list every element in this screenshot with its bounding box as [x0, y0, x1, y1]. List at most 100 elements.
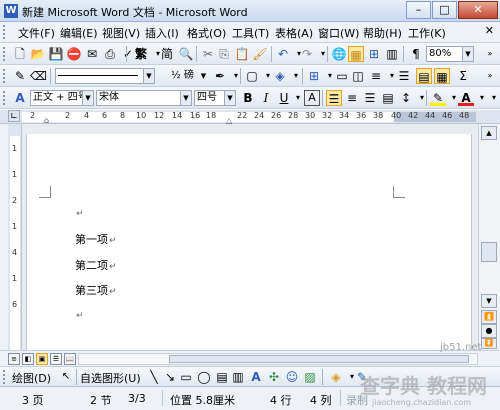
align-right-icon[interactable]: ☰: [362, 90, 378, 106]
horizontal-scroll-track[interactable]: [78, 353, 478, 365]
align-cell-icon[interactable]: ≡: [368, 68, 384, 84]
distribute-rows-icon[interactable]: ☰: [396, 68, 412, 84]
table-autoformat-icon[interactable]: ▤: [416, 68, 432, 84]
minimize-button[interactable]: –: [406, 1, 431, 19]
email-icon[interactable]: ✉: [84, 46, 100, 62]
horizontal-ruler[interactable]: ∟ 2 2 4 6 8 10 12 14 16 18 22 24 26 28 3…: [0, 110, 500, 125]
next-page-button[interactable]: ⏬: [481, 338, 497, 349]
outline-view-icon[interactable]: ☰: [50, 353, 62, 365]
align-justify-icon[interactable]: ☰: [326, 90, 342, 106]
simplified-chinese-icon[interactable]: 简: [158, 46, 176, 62]
document-page[interactable]: ↵ 第一项↵ 第二项↵ 第三项↵ ↵: [26, 134, 472, 350]
previous-page-button[interactable]: ⏫: [481, 310, 497, 324]
close-document-icon[interactable]: ✕: [485, 24, 494, 37]
merge-cells-icon[interactable]: ▭: [334, 68, 350, 84]
outside-border-icon[interactable]: ▢: [244, 68, 260, 84]
border-color-icon[interactable]: ✒: [212, 68, 228, 84]
clip-art-icon[interactable]: ☺: [284, 369, 300, 385]
paragraph-item-1[interactable]: 第一项↵: [75, 231, 117, 247]
research-icon[interactable]: 🔍: [178, 46, 194, 62]
word-app-icon[interactable]: W: [4, 4, 18, 18]
menu-tools[interactable]: 工具(T): [232, 25, 269, 41]
autofit-icon[interactable]: ▦: [434, 68, 450, 84]
font-select[interactable]: 宋体 ▼: [96, 90, 192, 106]
italic-button[interactable]: I: [258, 90, 274, 106]
menu-format[interactable]: 格式(O): [187, 25, 226, 41]
line-spacing-icon[interactable]: ↕: [398, 90, 414, 106]
redo-icon[interactable]: ↷: [299, 46, 315, 62]
save-icon[interactable]: 💾: [48, 46, 64, 62]
new-document-icon[interactable]: 🗋: [12, 46, 28, 62]
vertical-ruler[interactable]: 1 1 2 1 4 1 6: [8, 124, 22, 350]
font-size-select[interactable]: 四号 ▼: [194, 90, 236, 106]
tab-selector-icon[interactable]: ∟: [8, 110, 20, 122]
autosum-icon[interactable]: Σ: [455, 68, 471, 84]
format-painter-icon[interactable]: 🖌: [252, 46, 268, 62]
distributed-align-icon[interactable]: ▤: [380, 90, 396, 106]
line-tool-icon[interactable]: ╲: [146, 369, 162, 385]
open-folder-icon[interactable]: 📂: [30, 46, 46, 62]
traditional-chinese-icon[interactable]: 繁: [132, 46, 150, 62]
undo-icon[interactable]: ↶: [275, 46, 291, 62]
scroll-up-button[interactable]: ▲: [481, 126, 497, 140]
styles-pane-icon[interactable]: A: [12, 90, 28, 106]
toolbar-grip[interactable]: [3, 370, 7, 384]
scroll-thumb[interactable]: [481, 242, 497, 262]
menu-insert[interactable]: 插入(I): [145, 25, 179, 41]
tables-borders-icon[interactable]: ▦: [348, 46, 364, 62]
menu-window[interactable]: 窗口(W): [318, 25, 359, 41]
shading-color-icon[interactable]: ◈: [272, 68, 288, 84]
permission-icon[interactable]: ⛔: [66, 46, 82, 62]
columns-icon[interactable]: ▥: [384, 46, 400, 62]
print-layout-icon[interactable]: ▣: [36, 353, 48, 365]
vertical-text-box-icon[interactable]: ▥: [230, 369, 246, 385]
paste-icon[interactable]: 📋: [234, 46, 250, 62]
insert-picture-icon[interactable]: ▨: [302, 369, 318, 385]
draw-menu-button[interactable]: 绘图(D): [12, 370, 51, 386]
text-box-icon[interactable]: ▤: [214, 369, 230, 385]
toolbar-options-icon[interactable]: »: [482, 68, 498, 84]
align-center-icon[interactable]: ≡: [344, 90, 360, 106]
arrow-tool-icon[interactable]: ↘: [162, 369, 178, 385]
paragraph-item-3[interactable]: 第三项↵: [75, 282, 117, 298]
reading-view-icon[interactable]: 📖: [64, 353, 76, 365]
toolbar-grip[interactable]: [3, 69, 7, 83]
horizontal-scroll-thumb[interactable]: [169, 355, 469, 363]
font-color-icon[interactable]: A: [458, 90, 474, 106]
highlight-icon[interactable]: ✎: [430, 90, 446, 106]
web-view-icon[interactable]: ◧: [22, 353, 34, 365]
autoshapes-button[interactable]: 自选图形(U): [80, 370, 141, 386]
paragraph-empty-end[interactable]: ↵: [75, 308, 84, 321]
select-objects-icon[interactable]: ↖: [58, 369, 74, 385]
rectangle-tool-icon[interactable]: ▭: [178, 369, 194, 385]
line-weight-select[interactable]: ½ 磅 ▼: [168, 68, 210, 84]
hyperlink-icon[interactable]: 🌐: [331, 46, 347, 62]
menu-help[interactable]: 帮助(H): [363, 25, 402, 41]
toolbar-grip[interactable]: [3, 47, 7, 61]
char-border-button[interactable]: A: [304, 90, 320, 106]
redo-dropdown-icon[interactable]: ▾: [315, 46, 331, 62]
line-spacing-dropdown-icon[interactable]: ▾: [414, 90, 430, 106]
show-hide-icon[interactable]: ¶: [408, 46, 424, 62]
browse-object-button[interactable]: ●: [481, 324, 497, 338]
menu-file[interactable]: 文件(F): [18, 25, 55, 41]
oval-tool-icon[interactable]: ◯: [196, 369, 212, 385]
split-cells-icon[interactable]: ◫: [350, 68, 366, 84]
toolbar-options-icon[interactable]: »: [482, 46, 498, 62]
paragraph-item-2[interactable]: 第二项↵: [75, 257, 117, 273]
bold-button[interactable]: B: [240, 90, 256, 106]
scroll-down-button[interactable]: ▼: [481, 294, 497, 308]
menu-table[interactable]: 表格(A): [275, 25, 313, 41]
toolbar-grip[interactable]: [3, 91, 7, 105]
vertical-scrollbar[interactable]: ▲ ▼ ⏫ ● ⏬: [478, 124, 500, 350]
diagram-icon[interactable]: ✣: [266, 369, 282, 385]
zoom-select[interactable]: 80% ▼: [426, 46, 474, 62]
menubar-grip[interactable]: [3, 25, 7, 39]
eraser-icon[interactable]: ⌫: [30, 68, 47, 84]
fill-color-icon[interactable]: ◈: [328, 369, 344, 385]
copy-icon[interactable]: ⎘: [216, 46, 232, 62]
draw-table-icon[interactable]: ✎: [12, 68, 28, 84]
print-icon[interactable]: ⎙: [102, 46, 118, 62]
toolbar-options-icon[interactable]: ▾: [486, 90, 500, 106]
menu-work[interactable]: 工作(K): [408, 25, 446, 41]
